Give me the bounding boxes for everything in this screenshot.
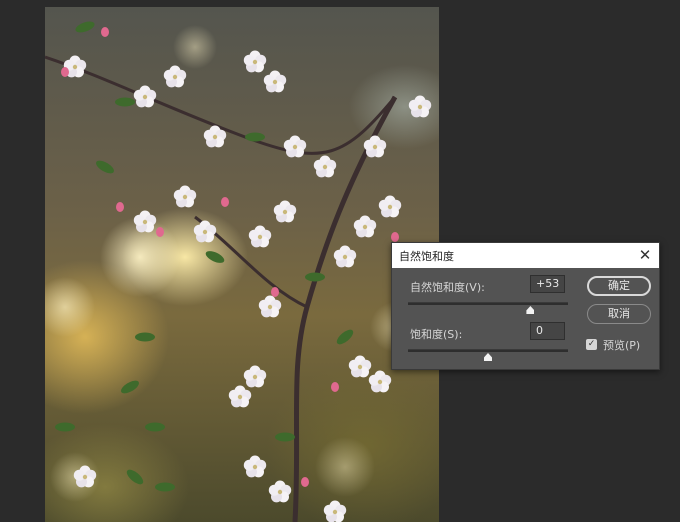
photo-canvas[interactable] — [45, 7, 439, 522]
ok-button[interactable]: 确定 — [587, 276, 651, 296]
dialog-titlebar[interactable]: 自然饱和度 ✕ — [392, 243, 659, 268]
dialog-title: 自然饱和度 — [399, 250, 454, 263]
preview-checkbox[interactable]: ✓ — [586, 339, 597, 350]
saturation-label: 饱和度(S): — [410, 328, 463, 341]
saturation-slider-track[interactable] — [408, 349, 568, 352]
saturation-input[interactable]: 0 — [530, 322, 565, 340]
preview-label: 预览(P) — [603, 339, 641, 352]
vibrance-slider-track[interactable] — [408, 302, 568, 305]
vibrance-input[interactable]: +53 — [530, 275, 565, 293]
vibrance-dialog: 自然饱和度 ✕ 自然饱和度(V): +53 饱和度(S): 0 确定 取消 ✓ … — [391, 242, 660, 370]
close-icon[interactable]: ✕ — [637, 247, 653, 263]
vibrance-label: 自然饱和度(V): — [410, 281, 485, 294]
blossom-photo — [45, 19, 432, 522]
cancel-button[interactable]: 取消 — [587, 304, 651, 324]
